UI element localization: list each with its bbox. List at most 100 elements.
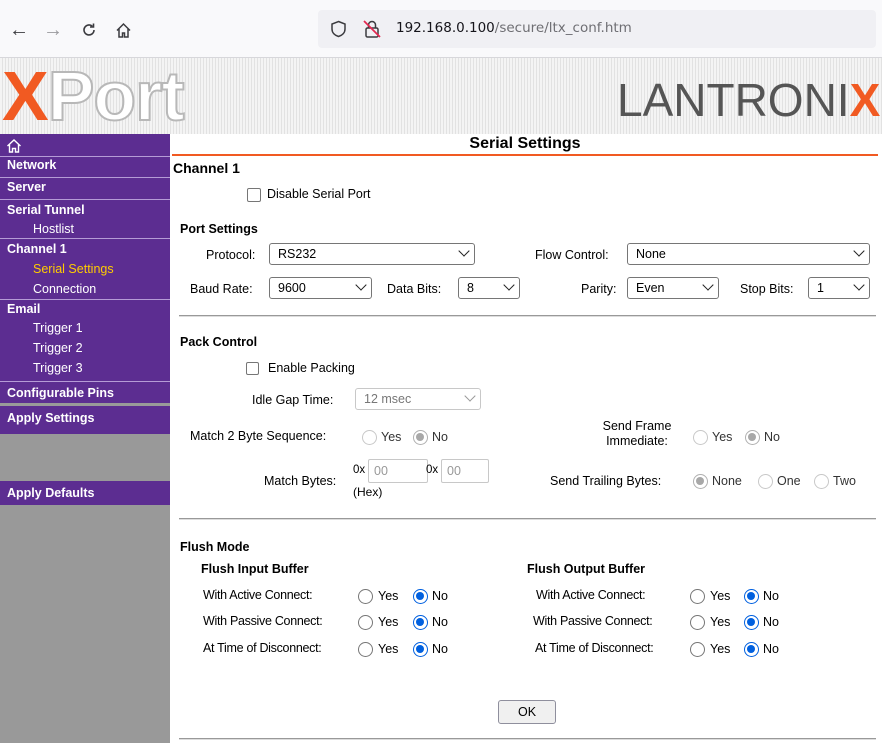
output-disconnect-yes-label: Yes: [710, 642, 731, 656]
chevron-down-icon: [355, 279, 367, 291]
input-active-no-radio[interactable]: [413, 589, 428, 604]
input-disconnect-yes-radio[interactable]: [358, 642, 373, 657]
flush-mode-heading: Flush Mode: [180, 540, 250, 554]
back-arrow-icon[interactable]: ←: [6, 17, 32, 43]
disable-serial-port-checkbox[interactable]: [247, 188, 261, 202]
forward-arrow-icon[interactable]: →: [40, 17, 66, 43]
stop-bits-label: Stop Bits:: [740, 282, 794, 296]
output-active-no-radio[interactable]: [744, 589, 759, 604]
flow-control-select[interactable]: None: [627, 243, 870, 265]
sidebar-item-hostlist[interactable]: Hostlist: [0, 222, 170, 236]
idle-gap-time-select[interactable]: 12 msec: [355, 388, 481, 410]
data-bits-select[interactable]: 8: [458, 277, 520, 299]
input-active-connect-label: With Active Connect:: [203, 588, 313, 602]
match-2-byte-no-radio[interactable]: [413, 430, 428, 445]
input-disconnect-label: At Time of Disconnect:: [203, 641, 322, 655]
output-active-no-label: No: [763, 589, 779, 603]
trailing-none-radio[interactable]: [693, 474, 708, 489]
sidebar-item-network[interactable]: Network: [0, 158, 170, 172]
hex-note: (Hex): [353, 485, 383, 499]
output-passive-yes-label: Yes: [710, 615, 731, 629]
port-settings-heading: Port Settings: [180, 222, 258, 236]
parity-label: Parity:: [581, 282, 617, 296]
reload-icon[interactable]: [76, 17, 102, 43]
match-2-byte-yes-radio[interactable]: [362, 430, 377, 445]
idle-gap-time-label: Idle Gap Time:: [252, 393, 334, 407]
sidebar-item-serial-settings[interactable]: Serial Settings: [0, 262, 170, 276]
match-byte-1-input[interactable]: 00: [368, 459, 428, 483]
apply-defaults-button[interactable]: Apply Defaults: [0, 481, 170, 505]
input-passive-yes-label: Yes: [378, 615, 399, 629]
section-divider: [179, 315, 876, 317]
match-byte-2-input[interactable]: 00: [441, 459, 489, 483]
baud-rate-label: Baud Rate:: [190, 282, 253, 296]
hex-prefix-2: 0x: [426, 464, 439, 476]
output-active-yes-radio[interactable]: [690, 589, 705, 604]
lantronix-logo: LANTRONIX: [617, 74, 881, 126]
channel-heading: Channel 1: [173, 160, 240, 176]
protocol-select[interactable]: RS232: [269, 243, 475, 265]
send-frame-yes-label: Yes: [712, 430, 733, 444]
send-frame-immediate-label: Send Frame Immediate:: [602, 419, 672, 448]
chevron-down-icon: [702, 279, 714, 291]
baud-rate-select[interactable]: 9600: [269, 277, 372, 299]
send-frame-no-radio[interactable]: [745, 430, 760, 445]
sidebar-item-serial-tunnel[interactable]: Serial Tunnel: [0, 203, 170, 217]
home-icon[interactable]: [110, 17, 136, 43]
flow-control-label: Flow Control:: [535, 248, 609, 262]
input-passive-no-radio[interactable]: [413, 615, 428, 630]
sidebar-item-trigger2[interactable]: Trigger 2: [0, 341, 170, 355]
output-disconnect-no-label: No: [763, 642, 779, 656]
flush-output-buffer-heading: Flush Output Buffer: [527, 562, 646, 576]
sidebar-item-email[interactable]: Email: [0, 302, 170, 316]
input-active-no-label: No: [432, 589, 448, 603]
send-frame-yes-radio[interactable]: [693, 430, 708, 445]
apply-settings-button[interactable]: Apply Settings: [0, 406, 170, 434]
sidebar-item-server[interactable]: Server: [0, 180, 170, 194]
input-disconnect-no-radio[interactable]: [413, 642, 428, 657]
url-text[interactable]: 192.168.0.100/secure/ltx_conf.htm: [396, 20, 632, 36]
chevron-down-icon: [853, 279, 865, 291]
stop-bits-select[interactable]: 1: [808, 277, 870, 299]
output-active-connect-label: With Active Connect:: [536, 588, 646, 602]
sidebar-item-connection[interactable]: Connection: [0, 282, 170, 296]
chevron-down-icon: [464, 390, 476, 402]
data-bits-label: Data Bits:: [387, 282, 442, 296]
output-passive-no-radio[interactable]: [744, 615, 759, 630]
trailing-none-label: None: [712, 474, 742, 488]
home-icon[interactable]: [6, 138, 22, 154]
chevron-down-icon: [503, 279, 515, 291]
input-disconnect-yes-label: Yes: [378, 642, 399, 656]
chevron-down-icon: [853, 245, 865, 257]
output-disconnect-yes-radio[interactable]: [690, 642, 705, 657]
input-passive-connect-label: With Passive Connect:: [203, 614, 323, 628]
shield-icon[interactable]: [330, 20, 347, 41]
sidebar-item-channel1[interactable]: Channel 1: [0, 242, 170, 256]
output-passive-connect-label: With Passive Connect:: [533, 614, 653, 628]
trailing-one-radio[interactable]: [758, 474, 773, 489]
match-2-byte-label: Match 2 Byte Sequence:: [190, 429, 327, 443]
flush-input-buffer-heading: Flush Input Buffer: [201, 562, 309, 576]
sidebar-item-trigger1[interactable]: Trigger 1: [0, 321, 170, 335]
output-passive-no-label: No: [763, 615, 779, 629]
insecure-lock-icon[interactable]: [362, 19, 382, 42]
enable-packing-checkbox[interactable]: [246, 362, 259, 375]
output-disconnect-no-radio[interactable]: [744, 642, 759, 657]
parity-select[interactable]: Even: [627, 277, 719, 299]
input-active-yes-label: Yes: [378, 589, 399, 603]
input-passive-yes-radio[interactable]: [358, 615, 373, 630]
input-passive-no-label: No: [432, 615, 448, 629]
enable-packing-label: Enable Packing: [268, 361, 355, 375]
match-2-byte-yes-label: Yes: [381, 430, 402, 444]
output-active-yes-label: Yes: [710, 589, 731, 603]
input-active-yes-radio[interactable]: [358, 589, 373, 604]
sidebar-item-configurable-pins[interactable]: Configurable Pins: [0, 381, 170, 403]
chevron-down-icon: [458, 245, 470, 257]
trailing-two-radio[interactable]: [814, 474, 829, 489]
ok-button[interactable]: OK: [498, 700, 556, 724]
sidebar-item-trigger3[interactable]: Trigger 3: [0, 361, 170, 375]
protocol-label: Protocol:: [206, 248, 256, 262]
send-frame-no-label: No: [764, 430, 780, 444]
output-passive-yes-radio[interactable]: [690, 615, 705, 630]
match-2-byte-no-label: No: [432, 430, 448, 444]
